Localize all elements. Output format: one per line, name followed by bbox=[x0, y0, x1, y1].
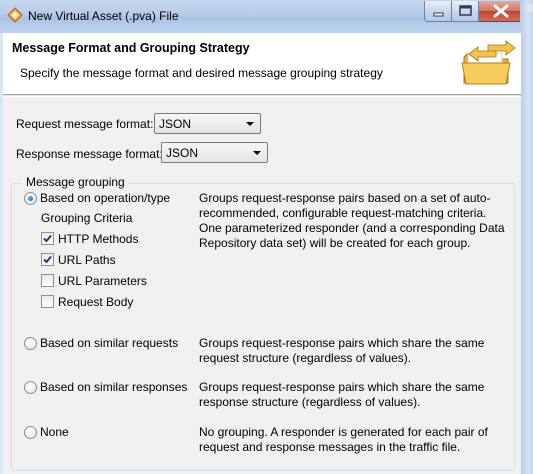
message-grouping-legend: Message grouping bbox=[23, 175, 128, 189]
checkbox-http-methods-label[interactable]: HTTP Methods bbox=[58, 232, 138, 246]
page-description: Specify the message format and desired m… bbox=[20, 66, 383, 80]
chevron-down-icon bbox=[246, 122, 254, 126]
header-banner: Message Format and Grouping Strategy Spe… bbox=[3, 33, 521, 95]
close-button[interactable] bbox=[479, 1, 523, 22]
radio-similar-requests[interactable] bbox=[24, 337, 37, 350]
request-format-label: Request message format: bbox=[16, 117, 154, 131]
checkbox-url-paths[interactable] bbox=[41, 253, 54, 266]
response-format-value: JSON bbox=[166, 146, 199, 160]
radio-none-label[interactable]: None bbox=[40, 425, 69, 439]
radio-operation-type[interactable] bbox=[24, 192, 37, 205]
checkbox-url-paths-label[interactable]: URL Paths bbox=[58, 253, 116, 267]
similar-requests-description: Groups request-response pairs which shar… bbox=[199, 336, 485, 365]
chevron-down-icon bbox=[253, 151, 261, 155]
radio-similar-responses[interactable] bbox=[24, 381, 37, 394]
folder-arrows-icon bbox=[458, 39, 518, 92]
radio-none[interactable] bbox=[24, 426, 37, 439]
none-description: No grouping. A responder is generated fo… bbox=[199, 425, 488, 454]
window-title: New Virtual Asset (.pva) File bbox=[28, 9, 179, 23]
grouping-criteria-label: Grouping Criteria bbox=[41, 211, 133, 225]
minimize-button[interactable] bbox=[424, 1, 452, 22]
checkbox-request-body[interactable] bbox=[41, 295, 54, 308]
app-icon bbox=[7, 7, 23, 23]
title-bar: New Virtual Asset (.pva) File bbox=[0, 0, 533, 33]
checkbox-url-parameters-label[interactable]: URL Parameters bbox=[58, 274, 147, 288]
maximize-button[interactable] bbox=[452, 1, 479, 22]
radio-similar-requests-label[interactable]: Based on similar requests bbox=[40, 336, 178, 350]
radio-operation-type-label[interactable]: Based on operation/type bbox=[40, 191, 170, 205]
dialog-content: Request message format: JSON Response me… bbox=[3, 96, 521, 474]
response-format-select[interactable]: JSON bbox=[161, 142, 268, 163]
request-format-select[interactable]: JSON bbox=[154, 113, 261, 134]
response-format-label: Response message format: bbox=[16, 147, 163, 161]
checkbox-http-methods[interactable] bbox=[41, 232, 54, 245]
similar-responses-description: Groups request-response pairs which shar… bbox=[199, 380, 485, 409]
background-window-edge bbox=[520, 0, 533, 474]
page-title: Message Format and Grouping Strategy bbox=[12, 41, 250, 55]
checkbox-request-body-label[interactable]: Request Body bbox=[58, 295, 133, 309]
operation-type-description: Groups request-response pairs based on a… bbox=[199, 191, 505, 250]
radio-similar-responses-label[interactable]: Based on similar responses bbox=[40, 380, 187, 394]
checkbox-url-parameters[interactable] bbox=[41, 274, 54, 287]
request-format-value: JSON bbox=[159, 117, 192, 131]
